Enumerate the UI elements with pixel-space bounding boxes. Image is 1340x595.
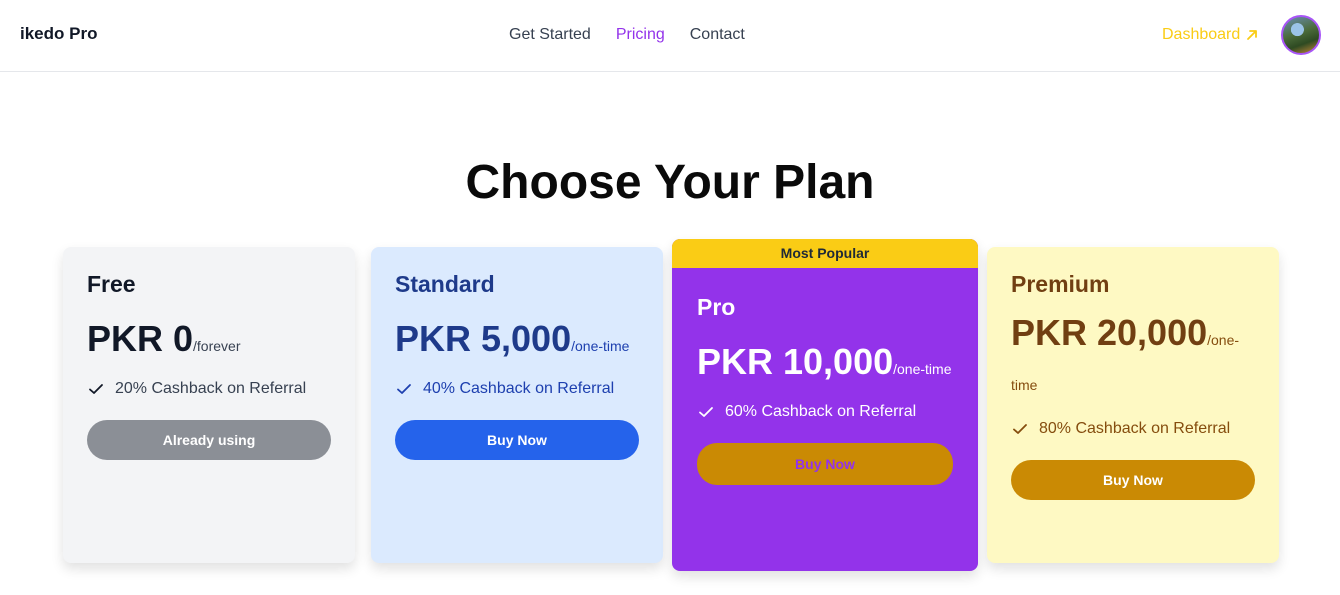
- plan-card-pro: Most Popular Pro PKR 10,000/one-time 60%…: [672, 239, 978, 571]
- user-avatar[interactable]: [1281, 15, 1321, 55]
- arrow-up-right-icon: [1247, 30, 1258, 40]
- price-suffix: /one-time: [893, 361, 952, 377]
- plan-price: PKR 20,000/one-time: [1011, 310, 1255, 400]
- brand-logo[interactable]: ikedo Pro: [20, 24, 97, 44]
- price-suffix: /forever: [193, 338, 241, 354]
- feature-text: 80% Cashback on Referral: [1039, 420, 1231, 437]
- price-amount: PKR 0: [87, 318, 194, 359]
- nav-pricing[interactable]: Pricing: [616, 26, 665, 44]
- plan-name: Premium: [1011, 271, 1110, 297]
- price-amount: PKR 20,000: [1011, 312, 1208, 353]
- check-icon: [699, 406, 713, 417]
- check-icon: [397, 383, 411, 394]
- pro-card-body: Pro PKR 10,000/one-time 60% Cashback on …: [672, 268, 978, 509]
- plan-card-standard: Standard PKR 5,000/one-time 40% Cashback…: [371, 247, 663, 563]
- buy-now-standard-button[interactable]: Buy Now: [395, 419, 639, 460]
- dashboard-link[interactable]: Dashboard: [1162, 26, 1258, 44]
- plan-feature: 60% Cashback on Referral: [697, 403, 953, 421]
- price-amount: PKR 5,000: [395, 318, 572, 359]
- plan-card-free: Free PKR 0/forever 20% Cashback on Refer…: [63, 247, 355, 563]
- price-amount: PKR 10,000: [697, 341, 894, 382]
- buy-now-premium-button[interactable]: Buy Now: [1011, 460, 1255, 500]
- page-title: Choose Your Plan: [465, 156, 875, 209]
- plan-price: PKR 10,000/one-time: [697, 333, 953, 391]
- dashboard-label: Dashboard: [1162, 26, 1241, 43]
- plan-name: Standard: [395, 271, 495, 297]
- already-using-button[interactable]: Already using: [87, 419, 331, 460]
- main-nav: Get Started Pricing Contact: [509, 26, 745, 44]
- navbar: ikedo Pro Get Started Pricing Contact Da…: [0, 0, 1340, 72]
- feature-text: 60% Cashback on Referral: [725, 402, 917, 420]
- plan-price: PKR 5,000/one-time: [395, 310, 639, 368]
- feature-text: 40% Cashback on Referral: [423, 379, 615, 397]
- plan-price: PKR 0/forever: [87, 310, 331, 368]
- check-icon: [1013, 424, 1027, 434]
- plan-name: Free: [87, 271, 136, 297]
- price-suffix: /one-time: [571, 338, 630, 354]
- nav-get-started[interactable]: Get Started: [509, 26, 591, 44]
- plan-feature: 80% Cashback on Referral: [1011, 420, 1255, 438]
- plan-feature: 20% Cashback on Referral: [87, 380, 331, 398]
- check-icon: [89, 383, 103, 394]
- feature-text: 20% Cashback on Referral: [115, 379, 307, 397]
- plan-feature: 40% Cashback on Referral: [395, 380, 639, 398]
- nav-contact[interactable]: Contact: [690, 26, 745, 44]
- plan-card-premium: Premium PKR 20,000/one-time 80% Cashback…: [987, 247, 1279, 563]
- buy-now-pro-button[interactable]: Buy Now: [697, 442, 953, 485]
- most-popular-badge: Most Popular: [672, 239, 978, 268]
- plan-name: Pro: [697, 294, 736, 320]
